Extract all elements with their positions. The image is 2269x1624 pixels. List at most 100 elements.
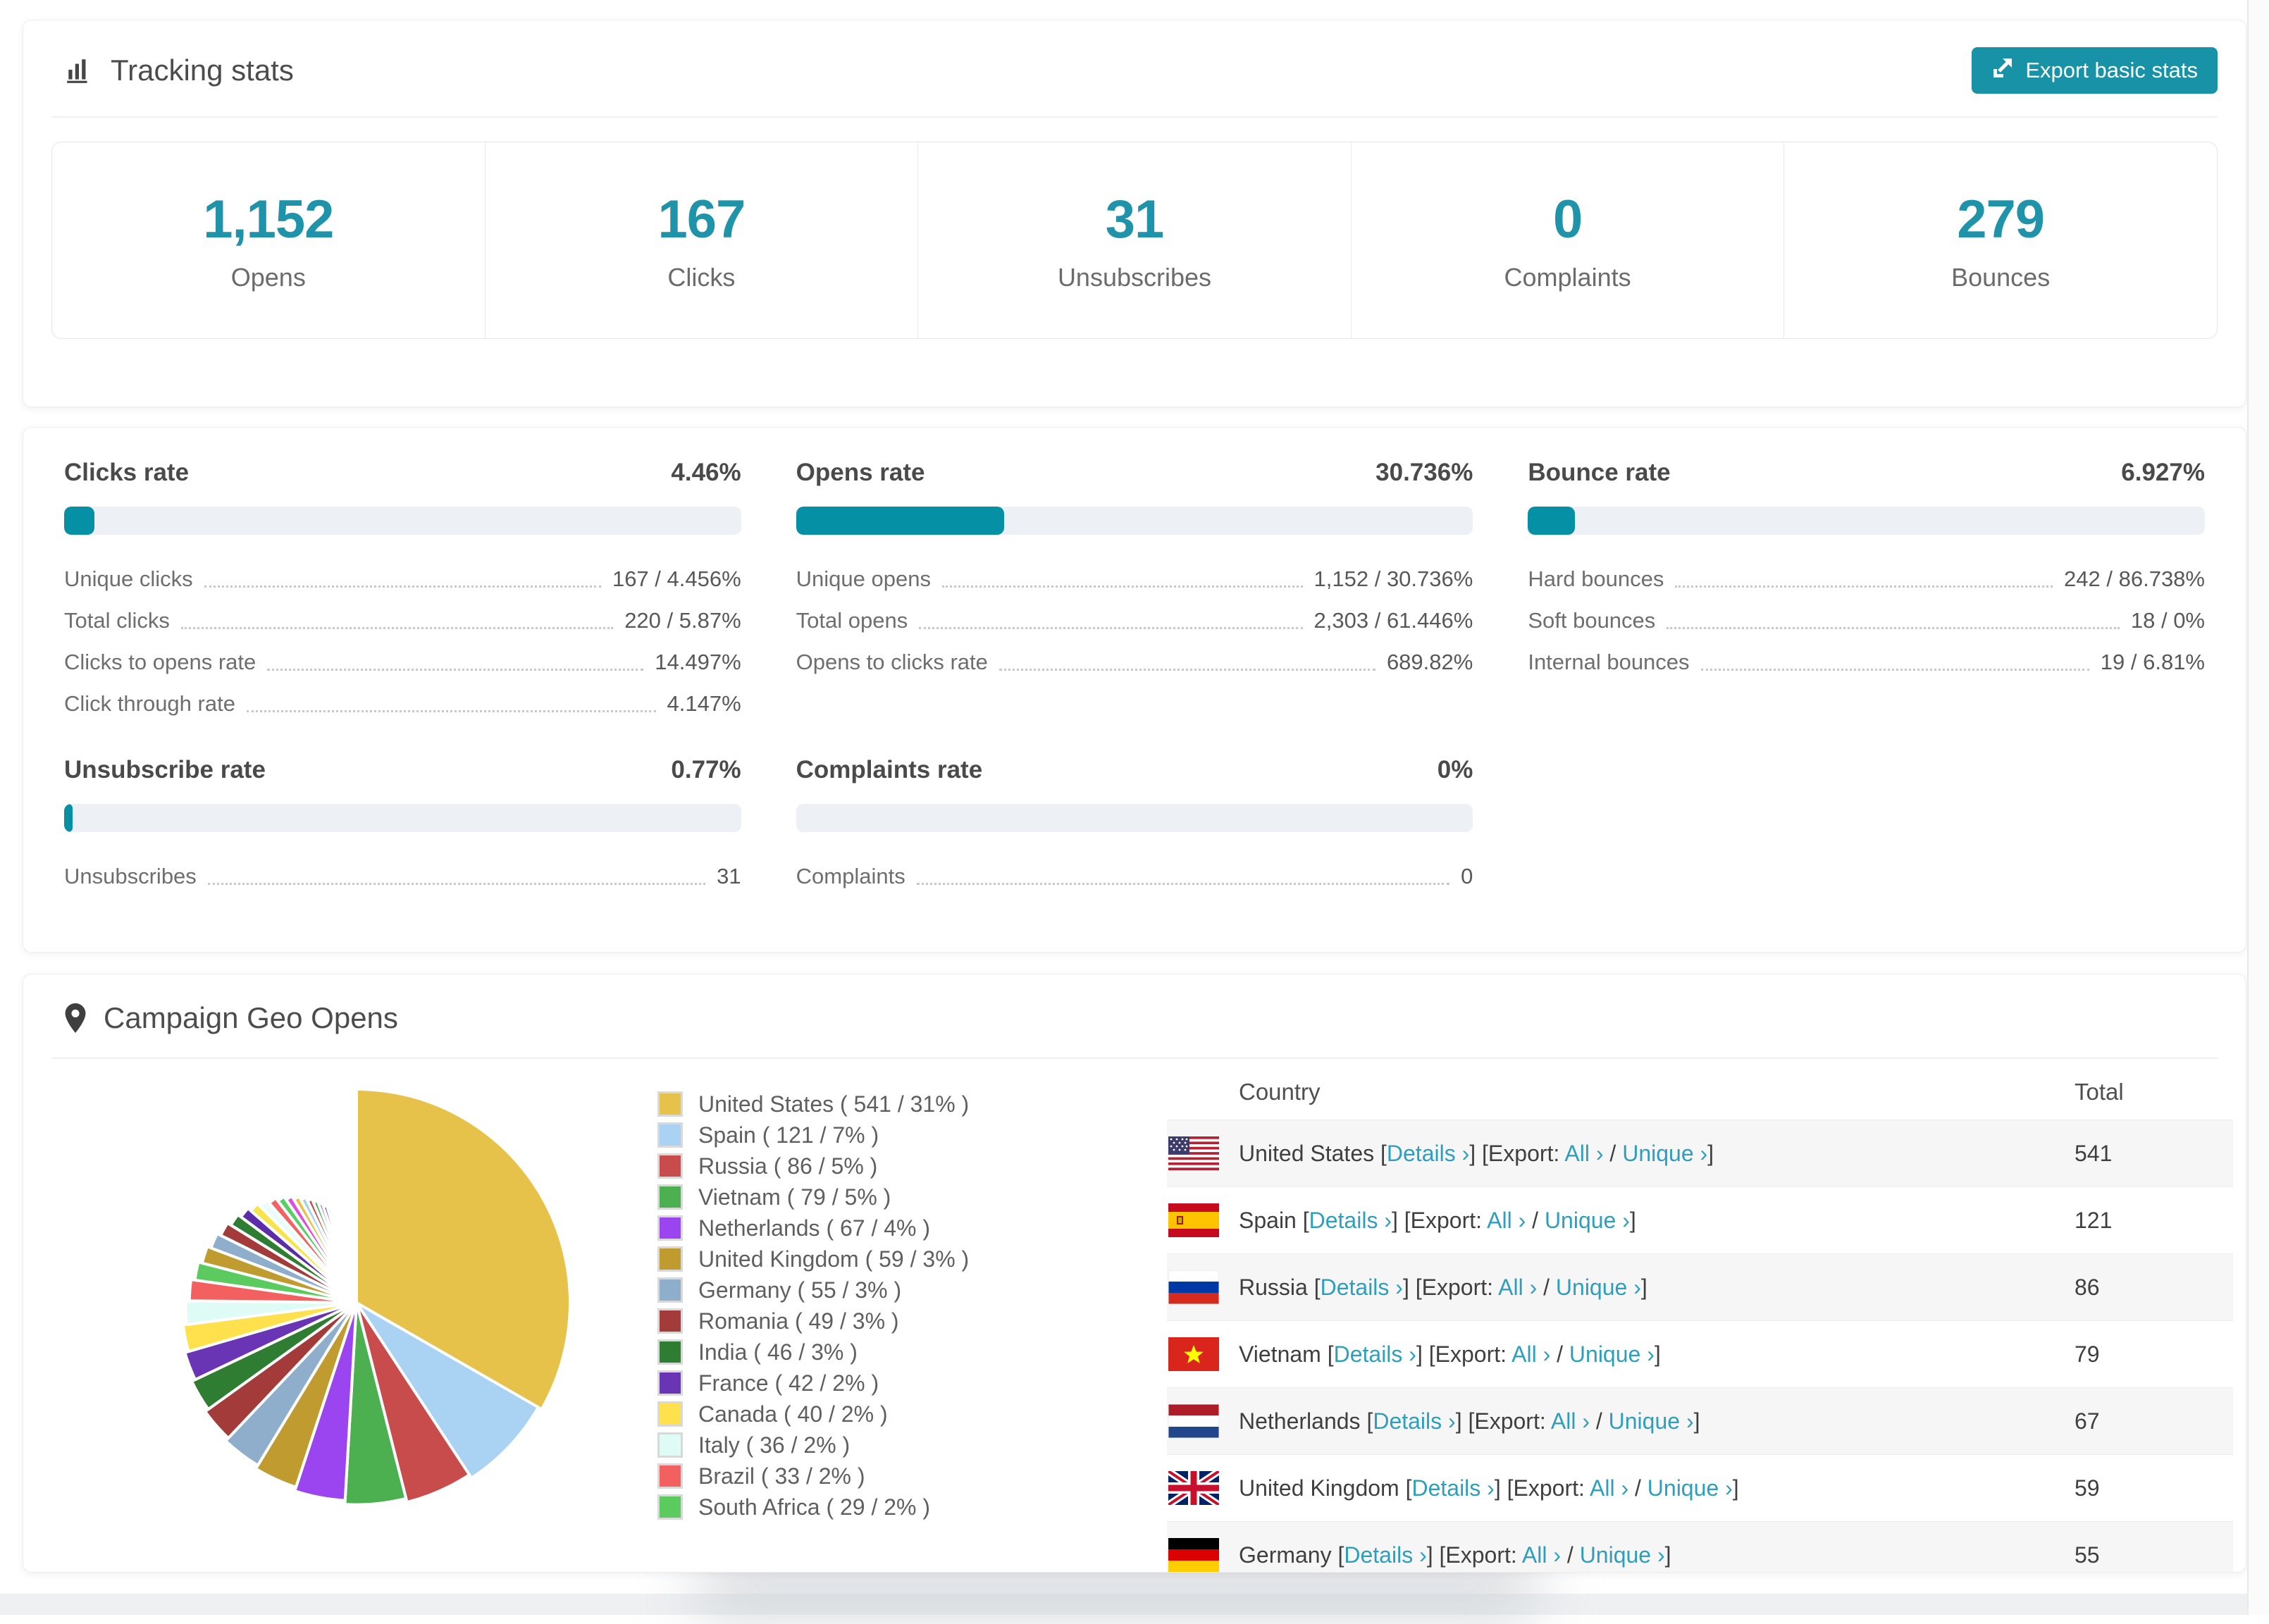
stat-value: 31 [1106,189,1164,250]
country-cell: Vietnam [Details ›] [Export: All › / Uni… [1219,1341,2075,1368]
es-flag-icon [1168,1203,1219,1237]
rate-row-value: 4.147% [667,691,741,721]
export-unique-link[interactable]: Unique › [1580,1542,1665,1568]
rate-head: Bounce rate 6.927% [1528,459,2205,487]
export-all-link[interactable]: All › [1487,1208,1526,1233]
legend-color-swatch [657,1122,683,1148]
export-unique-link[interactable]: Unique › [1647,1475,1733,1501]
legend-color-swatch [657,1091,683,1117]
rate-row: Unsubscribes31 [64,852,741,893]
legend-label: Netherlands ( 67 / 4% ) [698,1215,930,1241]
slash: / [1537,1275,1556,1300]
progress-bar-fill [1528,507,1575,535]
export-unique-link[interactable]: Unique › [1545,1208,1630,1233]
legend-color-swatch [657,1370,683,1396]
progress-bar-fill [796,507,1004,535]
dotted-leader [919,627,1302,629]
map-pin-icon [64,1003,87,1033]
details-link[interactable]: Details › [1411,1475,1494,1501]
legend-label: Spain ( 121 / 7% ) [698,1122,879,1148]
legend-item: Germany ( 55 / 3% ) [657,1275,969,1306]
export-all-link[interactable]: All › [1564,1141,1603,1166]
details-link[interactable]: Details › [1373,1408,1455,1434]
total-cell: 121 [2075,1208,2233,1234]
total-cell: 79 [2075,1341,2233,1368]
rate-row-label: Internal bounces [1528,650,1689,679]
export-basic-stats-button[interactable]: Export basic stats [1972,47,2218,94]
export-unique-link[interactable]: Unique › [1569,1341,1655,1367]
rate-row: Unique opens 1,152 / 30.736% [796,554,1473,596]
legend-item: Vietnam ( 79 / 5% ) [657,1182,969,1213]
legend-label: Brazil ( 33 / 2% ) [698,1463,865,1489]
geo-table-header: Country Total [1167,1065,2233,1120]
rate-row: Click through rate4.147% [64,679,741,721]
legend-label: South Africa ( 29 / 2% ) [698,1494,930,1520]
export-all-link[interactable]: All › [1522,1542,1561,1568]
rate-row: Internal bounces19 / 6.81% [1528,638,2205,679]
legend-item: Brazil ( 33 / 2% ) [657,1461,969,1492]
vertical-scrollbar[interactable] [2247,0,2269,1615]
rate-row-label: Unique opens [796,566,931,596]
bracket-close: ] [1665,1542,1671,1568]
country-name: Russia [1239,1275,1308,1300]
legend-label: France ( 42 / 2% ) [698,1370,879,1396]
details-link[interactable]: Details › [1387,1141,1469,1166]
rate-percent: 6.927% [2121,459,2205,487]
legend-color-swatch [657,1463,683,1489]
rate-title: Bounce rate [1528,459,1670,487]
export-unique-link[interactable]: Unique › [1622,1141,1707,1166]
bracket-close: ] [1694,1408,1700,1434]
dotted-leader [208,883,705,885]
details-link[interactable]: Details › [1344,1542,1426,1568]
rates-card: Clicks rate4.46%Unique clicks167 / 4.456… [23,427,2246,953]
rate-block-opens-rate: Opens rate30.736%Unique opens1,152 / 30.… [796,459,1473,721]
export-unique-link[interactable]: Unique › [1556,1275,1641,1300]
progress-bar-track [796,507,1473,535]
bracket-close: ] [1655,1341,1661,1367]
page-title: Tracking stats [111,54,294,87]
dotted-leader [1701,669,2089,671]
details-link[interactable]: Details › [1321,1275,1403,1300]
rate-row-value: 1,152 / 30.736% [1314,566,1473,596]
stat-box-opens: 1,152Opens [52,142,485,338]
rate-row: Soft bounces18 / 0% [1528,596,2205,638]
export-prefix: ] [Export: [1416,1341,1511,1367]
rate-percent: 0.77% [671,756,741,784]
total-cell: 67 [2075,1408,2233,1434]
legend-item: India ( 46 / 3% ) [657,1337,969,1368]
export-all-link[interactable]: All › [1511,1341,1550,1367]
rate-row-value: 0 [1461,864,1473,893]
export-all-link[interactable]: All › [1551,1408,1590,1434]
details-link[interactable]: Details › [1334,1341,1416,1367]
export-all-link[interactable]: All › [1498,1275,1537,1300]
rate-block-bounce-rate: Bounce rate6.927%Hard bounces242 / 86.73… [1528,459,2205,721]
legend-label: Vietnam ( 79 / 5% ) [698,1184,891,1210]
rates-grid: Clicks rate4.46%Unique clicks167 / 4.456… [23,428,2246,893]
rate-row-label: Opens to clicks rate [796,650,988,679]
rate-row: Total clicks220 / 5.87% [64,596,741,638]
bracket: [ [1361,1408,1373,1434]
stat-box-complaints: 0Complaints [1351,142,1784,338]
export-prefix: ] [Export: [1392,1208,1487,1233]
rate-row-label: Unsubscribes [64,864,197,893]
table-row-gb: United Kingdom [Details ›] [Export: All … [1167,1454,2233,1521]
geo-table-body: United States [Details ›] [Export: All ›… [1167,1120,2233,1573]
country-cell: Russia [Details ›] [Export: All › / Uniq… [1219,1275,2075,1301]
details-link[interactable]: Details › [1309,1208,1392,1233]
table-row-es: Spain [Details ›] [Export: All › / Uniqu… [1167,1186,2233,1253]
export-unique-link[interactable]: Unique › [1609,1408,1694,1434]
geo-title-wrap: Campaign Geo Opens [64,1001,398,1035]
total-cell: 59 [2075,1475,2233,1501]
dotted-leader [942,585,1303,588]
dotted-leader [917,883,1449,885]
export-all-link[interactable]: All › [1590,1475,1628,1501]
stat-value: 0 [1553,189,1582,250]
stat-value: 279 [1957,189,2044,250]
bracket-close: ] [1641,1275,1647,1300]
country-name: Germany [1239,1542,1332,1568]
legend-color-swatch [657,1246,683,1272]
country-cell: Spain [Details ›] [Export: All › / Uniqu… [1219,1208,2075,1234]
legend-item: Canada ( 40 / 2% ) [657,1399,969,1430]
table-row-de: Germany [Details ›] [Export: All › / Uni… [1167,1521,2233,1573]
legend-label: United States ( 541 / 31% ) [698,1091,969,1117]
